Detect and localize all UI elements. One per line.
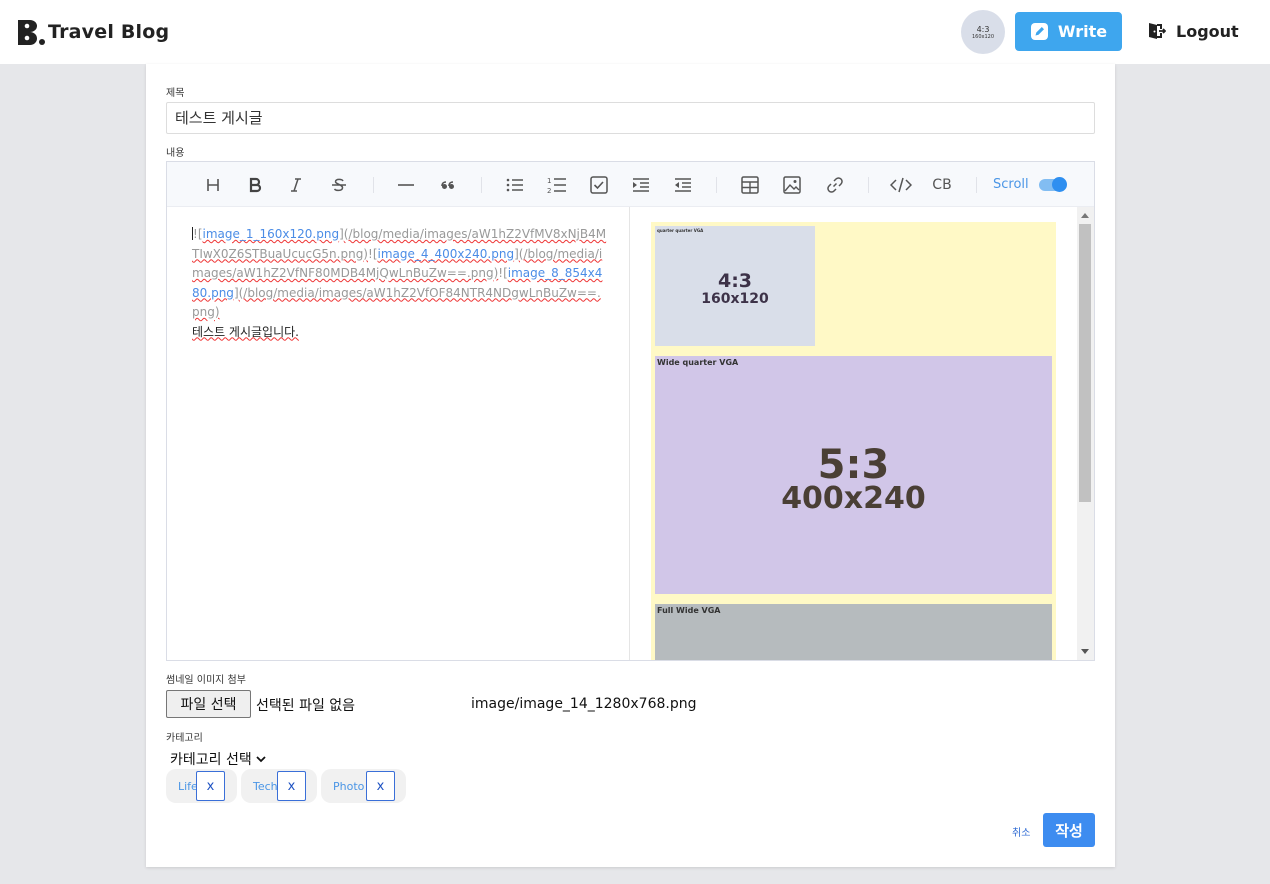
logout-icon: [1146, 21, 1166, 41]
task-list-icon[interactable]: [588, 174, 610, 196]
thumbnail-label: 썸네일 이미지 첨부: [166, 675, 246, 686]
markdown-source[interactable]: ![image_1_160x120.png](/blog/media/image…: [192, 225, 607, 342]
write-label: Write: [1057, 22, 1108, 41]
post-form-card: 제목 테스트 게시글 내용 1 2 CB Scroll ![image_1_16…: [146, 64, 1115, 867]
avatar-size: 160x120: [971, 33, 995, 40]
avatar-ratio: 4:3: [976, 24, 990, 34]
editor-toolbar: 12 CB Scroll: [167, 162, 1094, 207]
toolbar-divider: [976, 177, 977, 193]
brand-logo[interactable]: Travel Blog: [16, 18, 169, 46]
logout-button[interactable]: Logout: [1146, 21, 1239, 41]
tag-name: Life: [178, 780, 198, 793]
tag-name: Photo: [333, 780, 365, 793]
preview-image-3: Full Wide VGA: [655, 604, 1052, 660]
logout-label: Logout: [1176, 21, 1239, 41]
svg-text:1: 1: [547, 177, 551, 185]
category-tag: Life x: [166, 769, 237, 803]
heading-icon[interactable]: [202, 174, 224, 196]
code-icon[interactable]: [890, 174, 912, 196]
markdown-editor: 12 CB Scroll ![image_1_160x120.png](/blo…: [166, 161, 1095, 661]
scroll-sync-label: Scroll: [993, 177, 1029, 192]
quote-icon[interactable]: [437, 174, 459, 196]
link-icon[interactable]: [824, 174, 846, 196]
logo-mark-icon: [16, 18, 46, 46]
text-caret: [192, 227, 193, 240]
scrollbar-thumb[interactable]: [1079, 224, 1091, 502]
image-caption: quarter quarter VGA: [657, 228, 704, 233]
image-size: 160x120: [701, 291, 769, 307]
md-image-label: image_1_160x120.png: [202, 227, 340, 241]
scroll-down-icon[interactable]: [1081, 649, 1089, 654]
bold-icon[interactable]: [244, 174, 266, 196]
tag-name: Tech: [253, 780, 278, 793]
write-button[interactable]: Write: [1015, 12, 1122, 51]
submit-button[interactable]: 작성: [1043, 813, 1095, 847]
category-tag: Tech x: [241, 769, 317, 803]
category-select-value: 카테고리 선택: [170, 752, 252, 768]
svg-text:2: 2: [547, 187, 551, 194]
image-caption: Full Wide VGA: [657, 606, 721, 615]
table-icon[interactable]: [739, 174, 761, 196]
scroll-up-icon[interactable]: [1081, 213, 1089, 218]
title-label: 제목: [166, 88, 185, 99]
category-label: 카테고리: [166, 733, 203, 744]
category-select[interactable]: 카테고리 선택: [170, 749, 266, 769]
file-select-button[interactable]: 파일 선택: [166, 690, 251, 718]
tag-remove-button[interactable]: x: [196, 771, 225, 801]
avatar[interactable]: 4:3 160x120: [961, 10, 1005, 54]
preview-image-2: Wide quarter VGA 5:3 400x240: [655, 356, 1052, 594]
preview-pane: quarter quarter VGA 4:3 160x120 Wide qua…: [631, 207, 1094, 660]
content-label: 내용: [166, 148, 185, 159]
category-tag: Photo x: [321, 769, 406, 803]
indent-icon[interactable]: [630, 174, 652, 196]
toolbar-divider: [481, 177, 482, 193]
bullet-list-icon[interactable]: [504, 174, 526, 196]
cancel-button[interactable]: 취소: [1012, 824, 1030, 839]
toolbar-divider: [716, 177, 717, 193]
preview-scrollbar[interactable]: [1077, 207, 1094, 660]
codeblock-icon[interactable]: CB: [931, 174, 953, 196]
strike-icon[interactable]: [328, 174, 350, 196]
scroll-sync-toggle[interactable]: [1039, 177, 1067, 192]
md-body-text: 테스트 게시글입니다.: [192, 324, 299, 339]
brand-name: Travel Blog: [48, 21, 170, 43]
ordered-list-icon[interactable]: 12: [546, 174, 568, 196]
image-size: 400x240: [781, 481, 926, 516]
outdent-icon[interactable]: [672, 174, 694, 196]
file-none-text: 선택된 파일 없음: [256, 698, 356, 714]
markdown-pane[interactable]: ![image_1_160x120.png](/blog/media/image…: [167, 207, 630, 660]
top-header: Travel Blog 4:3 160x120 Write Logout: [0, 0, 1270, 64]
toggle-knob: [1052, 177, 1067, 192]
preview-image-1: quarter quarter VGA 4:3 160x120: [655, 226, 815, 346]
image-caption: Wide quarter VGA: [657, 358, 739, 367]
tag-remove-button[interactable]: x: [277, 771, 306, 801]
chevron-down-icon: [256, 755, 266, 763]
image-ratio: 4:3: [717, 270, 753, 292]
md-image-label: image_4_400x240.png: [377, 246, 515, 261]
md-image-url: (/blog/media/images/aW1hZ2VfOF84NTR4NDgw…: [192, 285, 601, 320]
image-icon[interactable]: [781, 174, 803, 196]
thumbnail-file-path: image/image_14_1280x768.png: [471, 696, 697, 712]
toolbar-divider: [373, 177, 374, 193]
edit-icon: [1030, 22, 1049, 41]
hr-icon[interactable]: [395, 174, 417, 196]
italic-icon[interactable]: [285, 174, 307, 196]
tag-remove-button[interactable]: x: [366, 771, 395, 801]
toolbar-divider: [868, 177, 869, 193]
title-input[interactable]: 테스트 게시글: [166, 102, 1095, 134]
